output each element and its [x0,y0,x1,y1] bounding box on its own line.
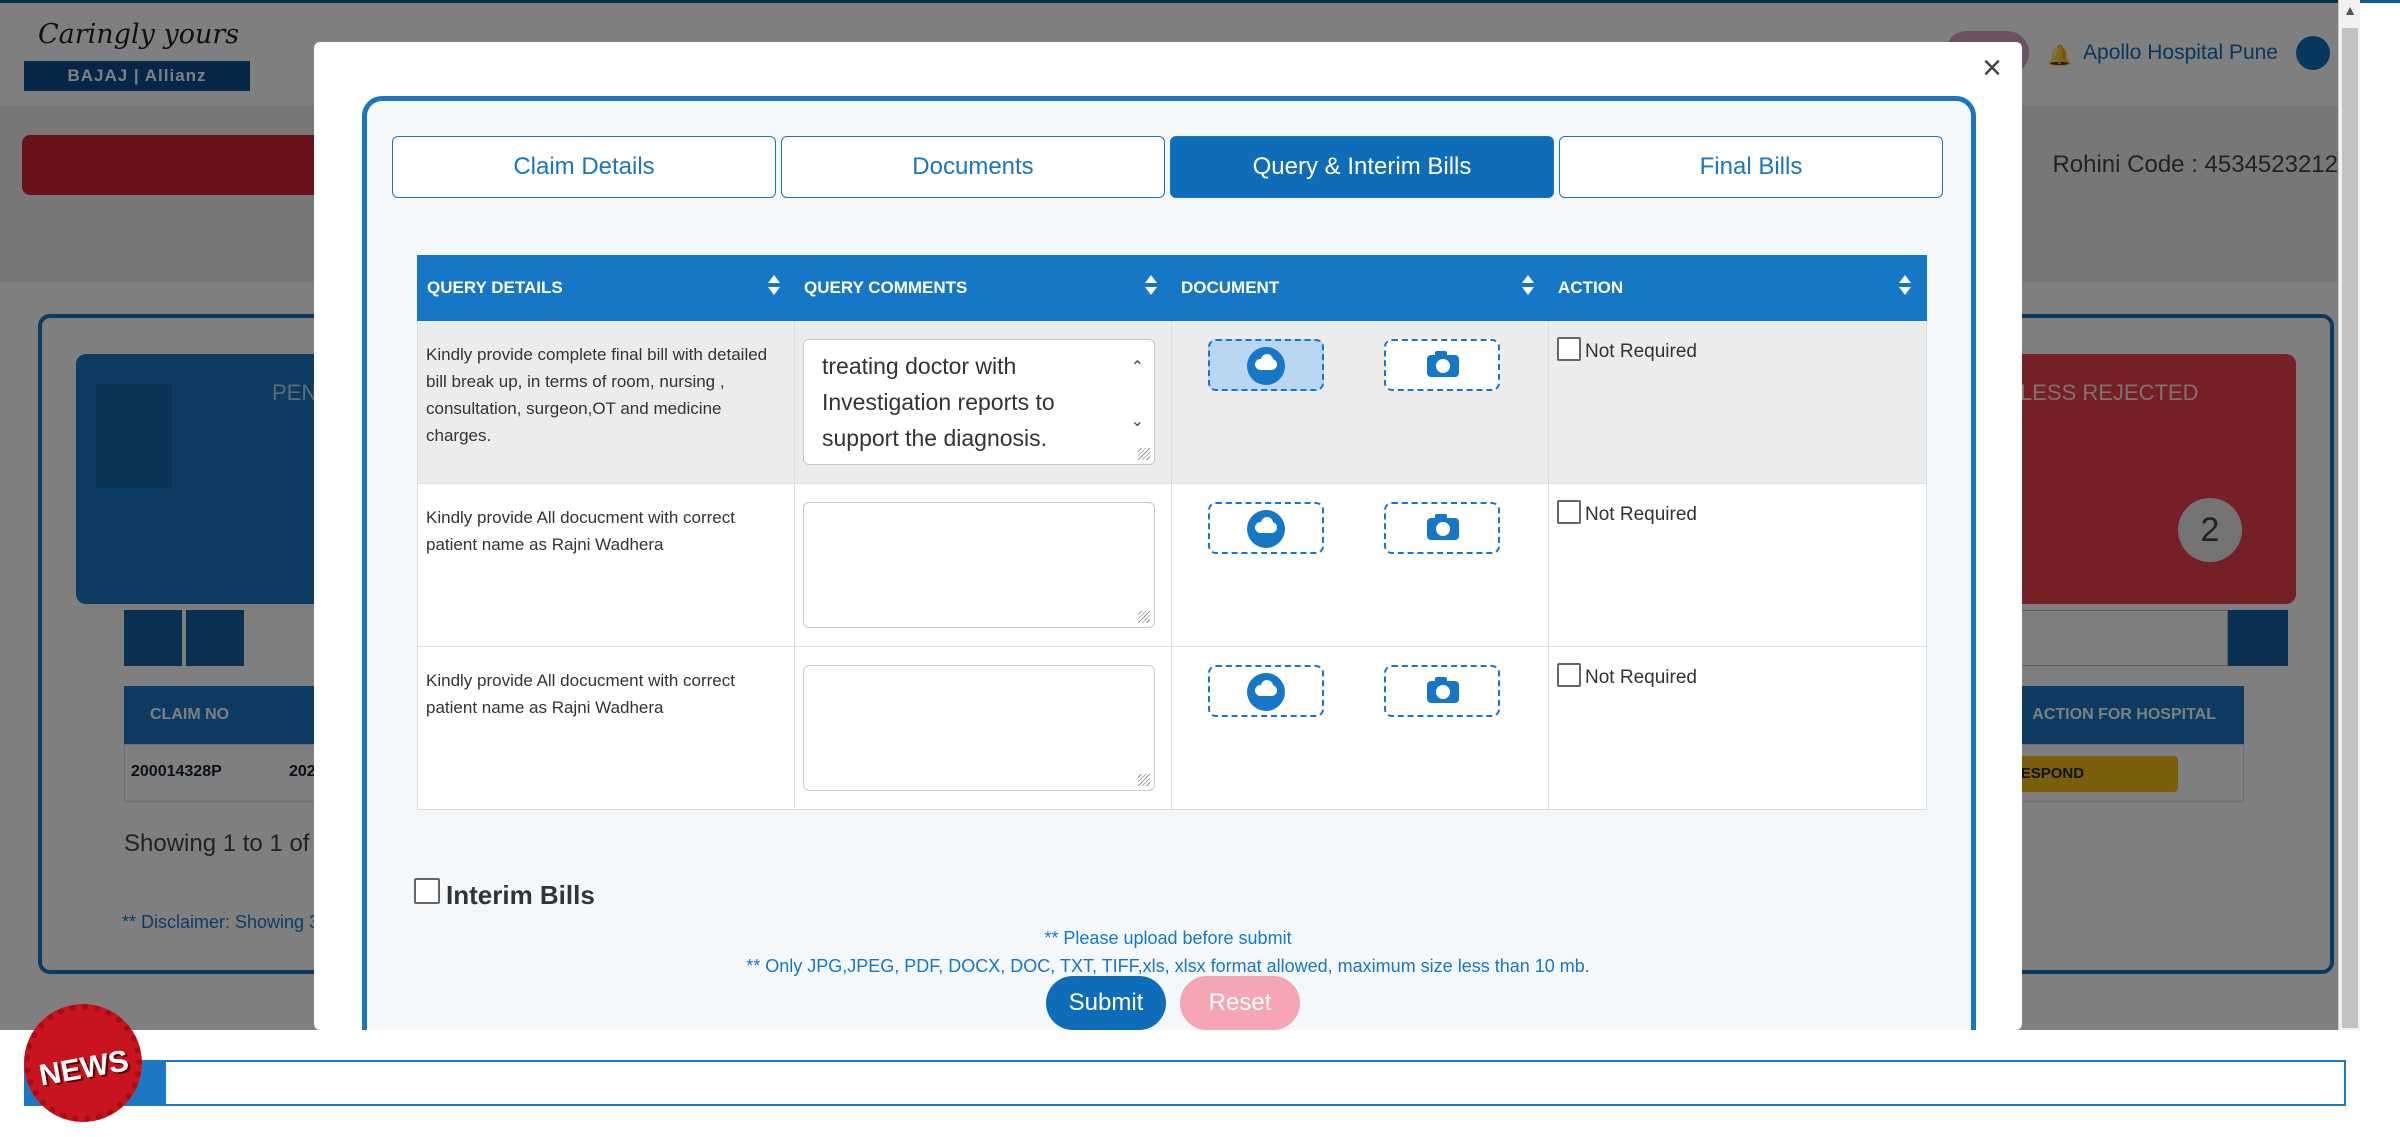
header-label: QUERY DETAILS [427,278,563,297]
table-row: Kindly provide complete final bill with … [417,321,1927,484]
header-action[interactable]: ACTION [1548,255,1926,321]
document-cell [1172,647,1549,810]
checkbox-box[interactable] [1557,663,1581,687]
interim-bills-checkbox[interactable]: Interim Bills [414,878,595,910]
query-comment-cell [795,484,1172,647]
tab-documents[interactable]: Documents [781,136,1165,198]
document-cell [1172,321,1549,484]
query-details-cell: Kindly provide All docucment with correc… [418,484,795,647]
reset-button[interactable]: Reset [1180,976,1300,1030]
sort-icon[interactable] [1144,275,1158,299]
checkbox-box[interactable] [414,878,440,904]
camera-icon [1427,351,1459,377]
upload-file-button[interactable] [1208,339,1324,391]
close-icon[interactable]: × [1972,48,2012,88]
table-row: Kindly provide All docucment with correc… [417,647,1927,810]
upload-file-button[interactable] [1208,665,1324,717]
action-cell: Not Required [1549,321,1927,484]
query-details-cell: Kindly provide All docucment with correc… [418,647,795,810]
query-table: QUERY DETAILS QUERY COMMENTS DOCUMENT AC… [417,255,1927,810]
tab-final-bills[interactable]: Final Bills [1559,136,1943,198]
header-document[interactable]: DOCUMENT [1171,255,1548,321]
header-label: DOCUMENT [1181,278,1280,297]
query-table-header: QUERY DETAILS QUERY COMMENTS DOCUMENT AC… [417,255,1927,321]
document-cell [1172,484,1549,647]
news-ticker [24,1060,2346,1106]
not-required-label: Not Required [1585,667,1697,688]
sort-icon[interactable] [1898,275,1912,299]
page-scrollbar[interactable]: ▲ [2338,0,2360,1030]
action-cell: Not Required [1549,484,1927,647]
format-note: ** Only JPG,JPEG, PDF, DOCX, DOC, TXT, T… [746,956,1590,976]
resize-handle[interactable] [1138,611,1150,623]
not-required-checkbox[interactable]: Not Required [1557,337,1697,365]
scroll-thumb[interactable] [2342,28,2358,1028]
not-required-checkbox[interactable]: Not Required [1557,500,1697,528]
sort-icon[interactable] [767,275,781,299]
not-required-label: Not Required [1585,504,1697,525]
resize-handle[interactable] [1138,448,1150,460]
action-cell: Not Required [1549,647,1927,810]
upload-cloud-icon [1247,673,1285,711]
checkbox-box[interactable] [1557,337,1581,361]
table-row: Kindly provide All docucment with correc… [417,484,1927,647]
upload-cloud-icon [1247,510,1285,548]
sort-icon[interactable] [1521,275,1535,299]
query-modal: × Claim Details Documents Query & Interi… [314,42,2022,1030]
scroll-up-icon[interactable]: ▲ [2339,2,2361,22]
submit-button[interactable]: Submit [1046,976,1166,1030]
header-label: ACTION [1558,278,1624,297]
capture-photo-button[interactable] [1384,665,1500,717]
not-required-checkbox[interactable]: Not Required [1557,663,1697,691]
camera-icon [1427,514,1459,540]
checkbox-box[interactable] [1557,500,1581,524]
query-comment-cell [795,647,1172,810]
upload-note: ** Please upload before submit [1044,928,1292,948]
upload-file-button[interactable] [1208,502,1324,554]
query-comment-cell: treating doctor with Investigation repor… [795,321,1172,484]
tab-query-interim-bills[interactable]: Query & Interim Bills [1170,136,1554,198]
scroll-up-icon[interactable]: ⌃ [1131,350,1144,386]
header-label: QUERY COMMENTS [804,278,968,297]
query-comment-textarea[interactable] [803,502,1155,628]
tab-claim-details[interactable]: Claim Details [392,136,776,198]
query-details-cell: Kindly provide complete final bill with … [418,321,795,484]
camera-icon [1427,677,1459,703]
query-comment-textarea[interactable] [803,665,1155,791]
capture-photo-button[interactable] [1384,339,1500,391]
header-query-details[interactable]: QUERY DETAILS [417,255,794,321]
header-query-comments[interactable]: QUERY COMMENTS [794,255,1171,321]
resize-handle[interactable] [1138,774,1150,786]
capture-photo-button[interactable] [1384,502,1500,554]
query-comment-text: treating doctor with Investigation repor… [822,353,1055,451]
upload-cloud-icon [1247,347,1285,385]
interim-bills-label: Interim Bills [446,879,595,910]
not-required-label: Not Required [1585,341,1697,362]
query-comment-textarea[interactable]: treating doctor with Investigation repor… [803,339,1155,465]
modal-tabs: Claim Details Documents Query & Interim … [392,136,1943,198]
scroll-down-icon[interactable]: ⌄ [1131,404,1144,440]
